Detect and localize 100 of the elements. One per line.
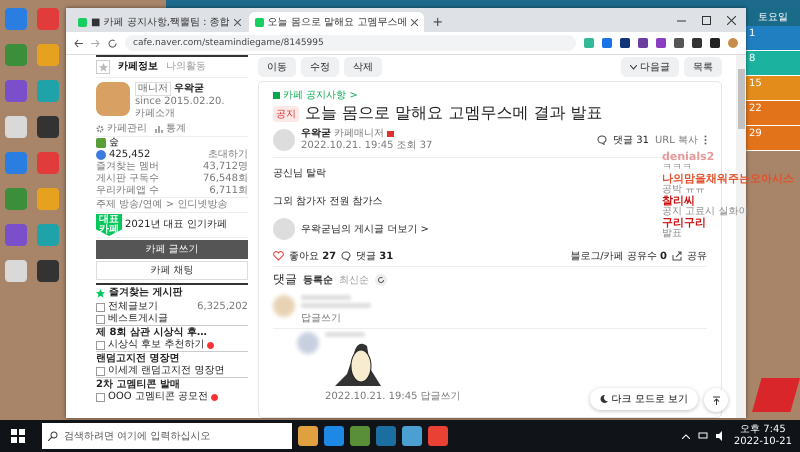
close-icon[interactable] bbox=[411, 18, 418, 26]
dark-mode-button[interactable]: 다크 모드로 보기 bbox=[590, 388, 698, 410]
member-count: 425,452 bbox=[109, 149, 150, 161]
taskbar-app-icon[interactable] bbox=[428, 426, 448, 446]
cafe-intro-link[interactable]: 카페소개 bbox=[135, 108, 225, 120]
search-icon bbox=[48, 431, 58, 441]
cafe-topic: 주제 방송/연예 > 인디넷방송 bbox=[96, 197, 248, 213]
desktop-app-icon[interactable] bbox=[37, 44, 59, 66]
blurred-text bbox=[325, 332, 365, 337]
taskbar-app-icon[interactable] bbox=[324, 426, 344, 446]
taskbar-app-icon[interactable] bbox=[376, 426, 396, 446]
blurred-text bbox=[301, 295, 351, 300]
board-link[interactable]: 시상식 후보 추천하기 bbox=[108, 339, 204, 351]
chat-message: 공박 ㅠㅠ bbox=[662, 184, 706, 195]
write-button[interactable]: 카페 글쓰기 bbox=[96, 240, 248, 259]
back-arrow-icon[interactable] bbox=[74, 38, 83, 48]
stat-label: 게시판 구독수 bbox=[96, 173, 160, 185]
taskbar-app-icon[interactable] bbox=[402, 426, 422, 446]
board-icon bbox=[96, 392, 105, 402]
taskbar-app-icon[interactable] bbox=[298, 426, 318, 446]
blurred-text bbox=[301, 303, 371, 308]
taskbar-app-icon[interactable] bbox=[350, 426, 370, 446]
reload-icon[interactable] bbox=[108, 38, 117, 48]
comment-count-link[interactable]: 댓글 31 bbox=[613, 133, 649, 147]
tree-icon bbox=[96, 138, 106, 148]
desktop-app-icon[interactable] bbox=[5, 224, 27, 246]
tab-title: 오늘 몸으로 말해요 고멤무스메 bbox=[268, 16, 408, 29]
browser-tab[interactable]: ■ 카페 공지사항,짹뿔팀 : 종합 bbox=[72, 12, 247, 32]
post-count: 6,325,202 bbox=[197, 301, 248, 313]
invite-link[interactable]: 초대하기 bbox=[208, 149, 248, 161]
favorite-star-button[interactable] bbox=[96, 60, 110, 74]
author-name[interactable]: 우왁굳 bbox=[301, 128, 331, 140]
like-label[interactable]: 좋아요 27 bbox=[289, 249, 336, 263]
desktop-app-icon[interactable] bbox=[5, 260, 27, 282]
blurred-avatar bbox=[297, 332, 319, 354]
stat-value: 43,712명 bbox=[203, 161, 248, 173]
network-icon[interactable] bbox=[698, 432, 708, 440]
heart-icon[interactable] bbox=[273, 251, 284, 261]
favorites-heading[interactable]: 즐겨찾는 게시판 bbox=[109, 287, 182, 299]
chat-username: 구리구리 bbox=[662, 217, 706, 228]
stats-link[interactable]: 통계 bbox=[166, 123, 186, 135]
toolbar-button[interactable]: 이동 bbox=[258, 57, 296, 77]
sidebar-tab[interactable]: 카페정보 bbox=[118, 61, 158, 73]
award-badge: 대표카페 bbox=[96, 214, 122, 236]
chat-message: ㅋㅋㅋ bbox=[662, 162, 692, 173]
calendar-day-cell[interactable]: 1 bbox=[746, 26, 800, 51]
stat-label: 우리카페앱 수 bbox=[96, 185, 160, 197]
manager-name[interactable]: 우왁굳 bbox=[174, 83, 204, 95]
close-icon[interactable] bbox=[727, 16, 736, 24]
reply-link[interactable]: 답글쓰기 bbox=[420, 389, 460, 403]
list-button[interactable]: 목록 bbox=[684, 57, 722, 77]
scrollbar-thumb[interactable] bbox=[738, 69, 744, 129]
more-posts-link[interactable]: 우왁굳님의 게시글 더보기 > bbox=[301, 222, 429, 236]
moon-icon bbox=[600, 395, 608, 403]
browser-tab[interactable]: 오늘 몸으로 말해요 고멤무스메 bbox=[248, 12, 424, 32]
stat-value: 6,711회 bbox=[209, 185, 248, 197]
post-date: 2022.10.21. 19:45 bbox=[301, 140, 394, 152]
address-bar[interactable]: cafe.naver.com/steamindiegame/8145995 bbox=[125, 35, 576, 51]
next-post-button[interactable]: 다음글 bbox=[621, 57, 679, 77]
cafe-level: 숲 bbox=[109, 137, 119, 149]
forward-arrow-icon[interactable] bbox=[91, 38, 100, 48]
new-tab-button[interactable]: + bbox=[426, 12, 450, 32]
calendar-weekday-header: 토요일 bbox=[746, 8, 800, 26]
board-group-heading: 랜덤고지전 명장면 bbox=[96, 351, 248, 365]
board-link[interactable]: OOO 고멤티콘 공모전 bbox=[108, 391, 208, 403]
board-link[interactable]: 전체글보기 bbox=[108, 301, 158, 313]
board-group-heading: 2차 고멤티콘 발매 bbox=[96, 377, 248, 391]
chevron-up-icon[interactable] bbox=[682, 434, 690, 438]
share-icon bbox=[672, 251, 682, 261]
desktop-app-icon[interactable] bbox=[5, 80, 27, 102]
post-text: 그외 참가자 전원 참가스 bbox=[273, 195, 383, 208]
sort-option[interactable]: 등록순 bbox=[303, 272, 333, 286]
taskbar-search-field[interactable]: 검색하려면 여기에 입력하십시오 bbox=[42, 423, 292, 449]
board-link[interactable]: 베스트게시글 bbox=[108, 313, 168, 325]
toolbar-button[interactable]: 삭제 bbox=[344, 57, 382, 77]
toolbar-button[interactable]: 수정 bbox=[301, 57, 339, 77]
reply-link[interactable]: 답글쓰기 bbox=[301, 311, 371, 325]
board-link[interactable]: 이세계 랜덤고지전 명장면 bbox=[108, 365, 224, 377]
comments-heading: 댓글 bbox=[273, 271, 297, 288]
comment-toggle[interactable]: 댓글 31 bbox=[356, 249, 394, 263]
maximize-icon[interactable] bbox=[702, 16, 711, 24]
cafe-favicon-icon bbox=[78, 18, 87, 26]
scroll-top-button[interactable] bbox=[704, 388, 728, 412]
url-copy-link[interactable]: URL 복사 bbox=[654, 133, 698, 147]
share-button[interactable]: 공유 bbox=[687, 249, 707, 263]
desktop-app-icon[interactable] bbox=[37, 260, 59, 282]
refresh-icon[interactable] bbox=[375, 274, 387, 286]
desktop-app-icon[interactable] bbox=[5, 116, 27, 138]
close-icon[interactable] bbox=[234, 18, 241, 26]
award-text: 2021년 대표 인기카페 bbox=[125, 219, 227, 231]
avatar-icon bbox=[273, 129, 295, 151]
cafe-admin-link[interactable]: 카페관리 bbox=[107, 123, 147, 135]
share-count: 블로그/카페 공유수 0 bbox=[570, 250, 667, 263]
taskbar-clock[interactable]: 오후 7:45 2022-10-21 bbox=[734, 424, 792, 448]
profile-avatar-icon[interactable] bbox=[728, 38, 738, 48]
star-icon bbox=[98, 62, 108, 72]
chat-button[interactable]: 카페 채팅 bbox=[96, 261, 248, 280]
more-options-icon[interactable] bbox=[704, 135, 707, 145]
desktop-app-icon[interactable] bbox=[37, 116, 59, 138]
desktop-app-icon[interactable] bbox=[37, 188, 59, 210]
